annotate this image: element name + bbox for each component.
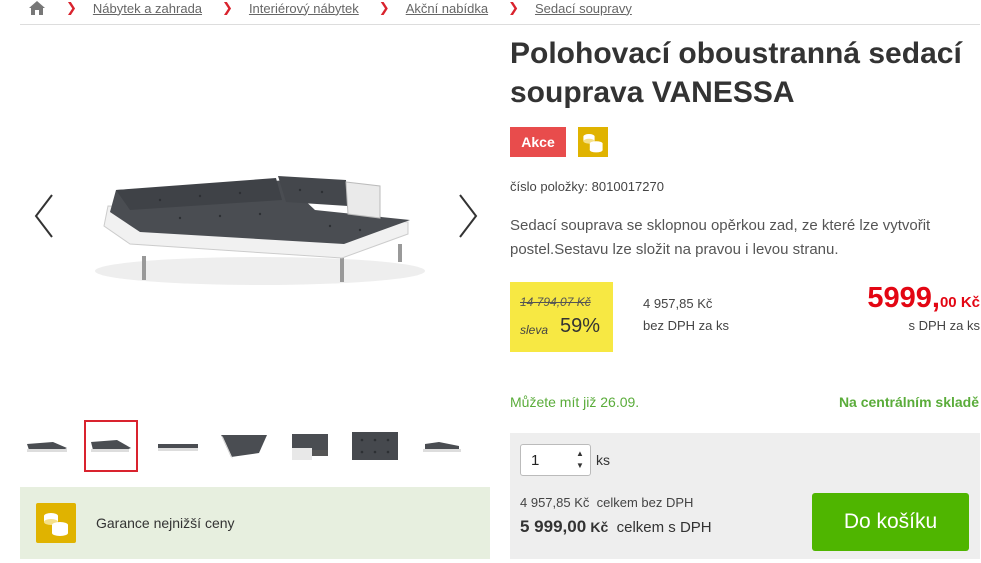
home-icon[interactable] (28, 0, 46, 16)
price-section: 14 794,07 Kč sleva 59% 4 957,85 Kč bez D… (510, 282, 980, 352)
decrement-arrow-icon[interactable]: ▼ (576, 460, 584, 472)
total-gross-currency: Kč (590, 519, 609, 535)
chevron-right-icon: ❯ (508, 0, 519, 15)
coins-icon (36, 503, 76, 543)
discount-label: sleva (520, 323, 549, 337)
quantity-stepper[interactable]: 1 ▲ ▼ (520, 444, 591, 476)
net-unit-price: 4 957,85 Kč (643, 296, 713, 311)
next-image-arrow-icon[interactable] (452, 191, 482, 241)
increment-arrow-icon[interactable]: ▲ (576, 448, 584, 460)
thumbnail-3[interactable] (151, 420, 205, 472)
total-net-label: celkem bez DPH (596, 495, 694, 510)
product-main-image[interactable] (90, 166, 430, 306)
total-gross: 5 999,00 Kč celkem s DPH (520, 517, 712, 537)
net-unit-price-label: bez DPH za ks (643, 318, 729, 333)
total-gross-value: 5 999,00 (520, 517, 587, 536)
discount-box: 14 794,07 Kč sleva 59% (510, 282, 613, 352)
add-to-cart-panel: 1 ▲ ▼ ks 4 957,85 Kč celkem bez DPH 5 99… (510, 433, 980, 559)
add-to-cart-button[interactable]: Do košíku (812, 493, 969, 551)
lowest-price-guarantee[interactable]: Garance nejnižší ceny (20, 487, 490, 559)
breadcrumb: ❯ Nábytek a zahrada ❯ Interiérový nábyte… (20, 0, 980, 25)
quantity-input[interactable]: 1 (531, 452, 572, 469)
thumbnail-strip (20, 420, 490, 472)
chevron-right-icon: ❯ (222, 0, 233, 15)
thumbnail-1[interactable] (20, 420, 74, 472)
final-price-label: s DPH za ks (908, 318, 980, 333)
thumbnail-2[interactable] (84, 420, 138, 472)
stock-status: Na centrálním skladě (838, 394, 979, 410)
old-price: 14 794,07 Kč (520, 295, 591, 309)
breadcrumb-link-nabytek[interactable]: Nábytek a zahrada (93, 1, 202, 16)
thumbnail-5[interactable] (283, 420, 337, 472)
quantity-spin-buttons[interactable]: ▲ ▼ (572, 446, 588, 474)
quantity-unit: ks (596, 452, 610, 468)
product-description: Sedací souprava se sklopnou opěrkou zad,… (510, 217, 931, 258)
final-price-decimals: 00 Kč (939, 294, 980, 311)
thumbnail-7[interactable] (414, 420, 468, 472)
total-net: 4 957,85 Kč celkem bez DPH (520, 495, 693, 510)
previous-image-arrow-icon[interactable] (30, 191, 60, 241)
total-gross-label: celkem s DPH (616, 519, 712, 536)
breadcrumb-link-akcni[interactable]: Akční nabídka (406, 1, 488, 16)
coins-badge-icon (578, 127, 608, 157)
sale-badge: Akce (510, 127, 566, 157)
final-price-main: 5999, (867, 282, 940, 314)
discount-value: 59% (560, 315, 601, 337)
breadcrumb-link-sedaci[interactable]: Sedací soupravy (535, 1, 632, 16)
guarantee-label: Garance nejnižší ceny (96, 515, 235, 531)
product-gallery (20, 36, 490, 416)
total-net-value: 4 957,85 Kč (520, 495, 590, 510)
item-number: číslo položky: 8010017270 (510, 179, 664, 194)
chevron-right-icon: ❯ (378, 0, 390, 15)
product-badges: Akce (510, 127, 608, 157)
chevron-right-icon: ❯ (66, 0, 77, 15)
delivery-date: Můžete mít již 26.09. (510, 394, 640, 410)
thumbnail-6[interactable] (348, 420, 402, 472)
breadcrumb-link-interierovy[interactable]: Interiérový nábytek (249, 1, 359, 16)
product-title: Polohovací oboustranná sedací souprava V… (510, 37, 962, 109)
final-price: 5999,00 Kč (867, 282, 980, 315)
thumbnail-4[interactable] (217, 420, 271, 472)
